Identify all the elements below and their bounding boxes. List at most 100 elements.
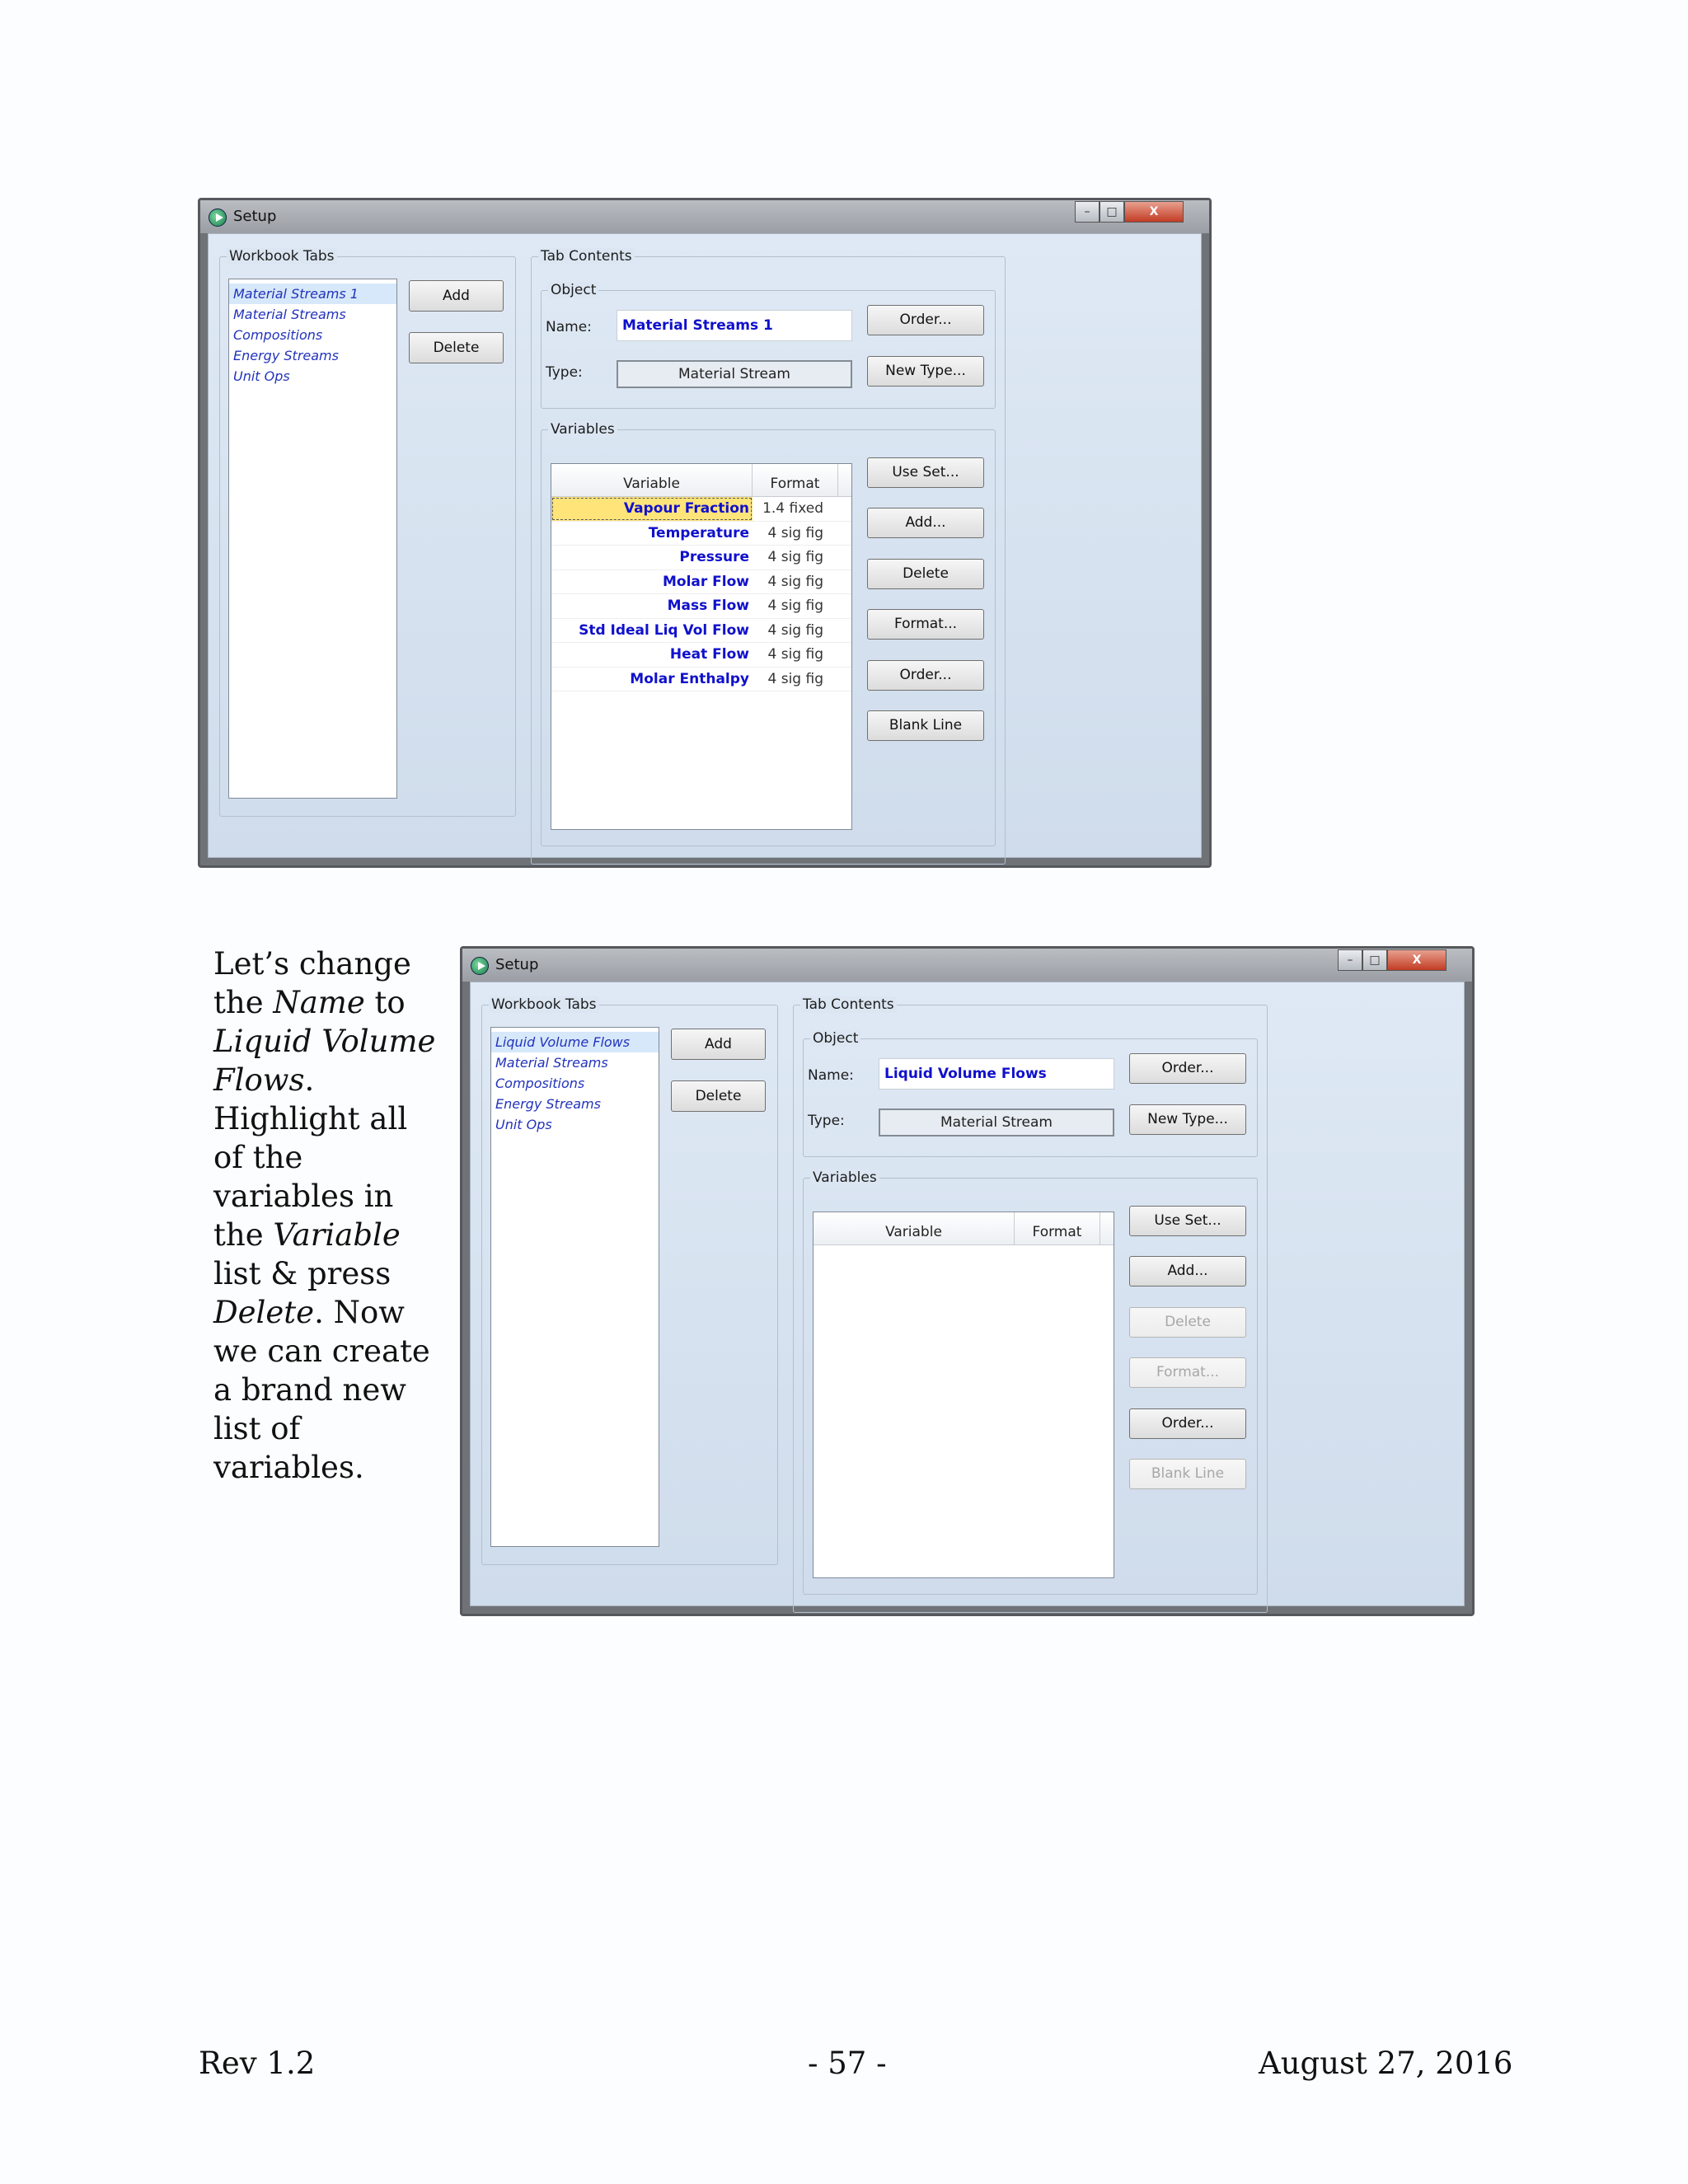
name-label: Name: bbox=[546, 319, 592, 335]
format-cell: 4 sig fig bbox=[767, 646, 824, 663]
workbook-tabs-group: Workbook Tabs Liquid Volume Flows Materi… bbox=[481, 996, 778, 1565]
tab-contents-legend: Tab Contents bbox=[800, 996, 897, 1013]
title-bar[interactable]: Setup – □ X bbox=[462, 949, 1472, 982]
delete-variable-button[interactable]: Delete bbox=[1129, 1307, 1246, 1338]
variable-column-header[interactable]: Variable bbox=[814, 1212, 1015, 1245]
footer-revision: Rev 1.2 bbox=[199, 2046, 316, 2081]
add-variable-button[interactable]: Add... bbox=[1129, 1256, 1246, 1286]
list-item[interactable]: Liquid Volume Flows bbox=[491, 1032, 659, 1052]
table-row[interactable]: Pressure 4 sig fig bbox=[551, 546, 851, 570]
grid-header: Variable Format bbox=[814, 1212, 1114, 1245]
variable-cell: Mass Flow bbox=[667, 598, 749, 614]
add-variable-button[interactable]: Add... bbox=[867, 508, 984, 538]
format-cell: 4 sig fig bbox=[767, 621, 824, 639]
setup-window-2: Setup – □ X Workbook Tabs Liquid Volume … bbox=[460, 946, 1475, 1616]
list-item[interactable]: Energy Streams bbox=[229, 345, 396, 366]
text-emphasis: Liquid Volume Flows bbox=[213, 1024, 436, 1098]
window-title: Setup bbox=[495, 956, 539, 973]
tab-contents-legend: Tab Contents bbox=[538, 248, 635, 265]
format-cell: 1.4 fixed bbox=[762, 500, 823, 517]
variable-column-header[interactable]: Variable bbox=[551, 464, 753, 497]
grid-header: Variable Format bbox=[551, 464, 851, 497]
object-order-button[interactable]: Order... bbox=[867, 305, 984, 335]
workbook-tabs-legend: Workbook Tabs bbox=[227, 248, 337, 265]
maximize-icon[interactable]: □ bbox=[1362, 949, 1387, 971]
variable-cell: Heat Flow bbox=[669, 646, 749, 663]
list-item[interactable]: Energy Streams bbox=[491, 1094, 659, 1114]
workbook-tabs-list[interactable]: Material Streams 1 Material Streams Comp… bbox=[228, 279, 397, 799]
variables-grid[interactable]: Variable Format Vapour Fraction 1.4 fixe… bbox=[551, 463, 852, 830]
type-field: Material Stream bbox=[617, 360, 852, 388]
text-emphasis: Name bbox=[273, 985, 365, 1020]
close-icon[interactable]: X bbox=[1124, 201, 1184, 223]
instruction-paragraph: Let’s change the Name to Liquid Volume F… bbox=[213, 944, 444, 1487]
list-item[interactable]: Unit Ops bbox=[229, 366, 396, 387]
add-tab-button[interactable]: Add bbox=[671, 1029, 766, 1060]
type-field: Material Stream bbox=[879, 1108, 1114, 1137]
format-cell: 4 sig fig bbox=[767, 598, 824, 614]
list-item[interactable]: Material Streams 1 bbox=[229, 284, 396, 304]
blank-line-button[interactable]: Blank Line bbox=[867, 710, 984, 741]
tab-contents-group: Tab Contents Object Name: Liquid Volume … bbox=[793, 996, 1268, 1613]
object-legend: Object bbox=[548, 282, 599, 298]
workbook-tabs-group: Workbook Tabs Material Streams 1 Materia… bbox=[219, 248, 516, 817]
blank-line-button[interactable]: Blank Line bbox=[1129, 1459, 1246, 1489]
window-client: Workbook Tabs Liquid Volume Flows Materi… bbox=[470, 982, 1465, 1613]
variables-legend: Variables bbox=[548, 421, 617, 438]
variable-cell: Temperature bbox=[648, 524, 749, 541]
app-icon bbox=[209, 209, 227, 227]
object-legend: Object bbox=[810, 1030, 861, 1047]
type-label: Type: bbox=[546, 364, 583, 381]
type-label: Type: bbox=[808, 1113, 845, 1129]
table-row[interactable]: Molar Flow 4 sig fig bbox=[551, 570, 851, 594]
table-row[interactable]: Std Ideal Liq Vol Flow 4 sig fig bbox=[551, 619, 851, 643]
format-cell: 4 sig fig bbox=[767, 573, 824, 590]
variables-grid[interactable]: Variable Format bbox=[813, 1212, 1114, 1578]
add-tab-button[interactable]: Add bbox=[409, 280, 504, 312]
footer-date: August 27, 2016 bbox=[1259, 2046, 1513, 2081]
delete-variable-button[interactable]: Delete bbox=[867, 559, 984, 589]
delete-tab-button[interactable]: Delete bbox=[409, 332, 504, 363]
name-label: Name: bbox=[808, 1067, 854, 1084]
table-row[interactable]: Heat Flow 4 sig fig bbox=[551, 643, 851, 668]
format-button[interactable]: Format... bbox=[1129, 1357, 1246, 1388]
title-bar[interactable]: Setup – □ X bbox=[200, 200, 1209, 233]
format-button[interactable]: Format... bbox=[867, 609, 984, 640]
workbook-tabs-legend: Workbook Tabs bbox=[489, 996, 599, 1013]
minimize-icon[interactable]: – bbox=[1075, 201, 1100, 223]
variable-cell: Vapour Fraction bbox=[551, 497, 753, 521]
object-group: Object Name: Liquid Volume Flows Type: M… bbox=[803, 1030, 1258, 1157]
format-cell: 4 sig fig bbox=[767, 549, 824, 565]
workbook-tabs-list[interactable]: Liquid Volume Flows Material Streams Com… bbox=[490, 1027, 659, 1547]
delete-tab-button[interactable]: Delete bbox=[671, 1080, 766, 1112]
maximize-icon[interactable]: □ bbox=[1100, 201, 1124, 223]
use-set-button[interactable]: Use Set... bbox=[1129, 1206, 1246, 1236]
use-set-button[interactable]: Use Set... bbox=[867, 457, 984, 488]
new-type-button[interactable]: New Type... bbox=[867, 356, 984, 387]
object-group: Object Name: Material Streams 1 Type: Ma… bbox=[541, 282, 996, 409]
list-item[interactable]: Material Streams bbox=[491, 1052, 659, 1073]
format-column-header[interactable]: Format bbox=[753, 464, 838, 497]
table-row[interactable]: Temperature 4 sig fig bbox=[551, 522, 851, 546]
close-icon[interactable]: X bbox=[1387, 949, 1447, 971]
variables-order-button[interactable]: Order... bbox=[867, 660, 984, 691]
name-field[interactable]: Material Streams 1 bbox=[617, 310, 852, 341]
table-row[interactable]: Mass Flow 4 sig fig bbox=[551, 594, 851, 619]
list-item[interactable]: Compositions bbox=[491, 1073, 659, 1094]
window-title: Setup bbox=[233, 208, 277, 225]
name-field[interactable]: Liquid Volume Flows bbox=[879, 1058, 1114, 1090]
format-column-header[interactable]: Format bbox=[1015, 1212, 1100, 1245]
minimize-icon[interactable]: – bbox=[1338, 949, 1362, 971]
new-type-button[interactable]: New Type... bbox=[1129, 1104, 1246, 1135]
object-order-button[interactable]: Order... bbox=[1129, 1053, 1246, 1084]
variable-cell: Std Ideal Liq Vol Flow bbox=[579, 621, 749, 639]
variables-order-button[interactable]: Order... bbox=[1129, 1408, 1246, 1439]
text: list & press bbox=[213, 1256, 392, 1291]
list-item[interactable]: Material Streams bbox=[229, 304, 396, 325]
list-item[interactable]: Compositions bbox=[229, 325, 396, 345]
table-row[interactable]: Vapour Fraction 1.4 fixed bbox=[551, 497, 851, 522]
list-item[interactable]: Unit Ops bbox=[491, 1114, 659, 1135]
table-row[interactable]: Molar Enthalpy 4 sig fig bbox=[551, 668, 851, 691]
text: to bbox=[364, 985, 406, 1020]
format-cell: 4 sig fig bbox=[767, 524, 824, 541]
